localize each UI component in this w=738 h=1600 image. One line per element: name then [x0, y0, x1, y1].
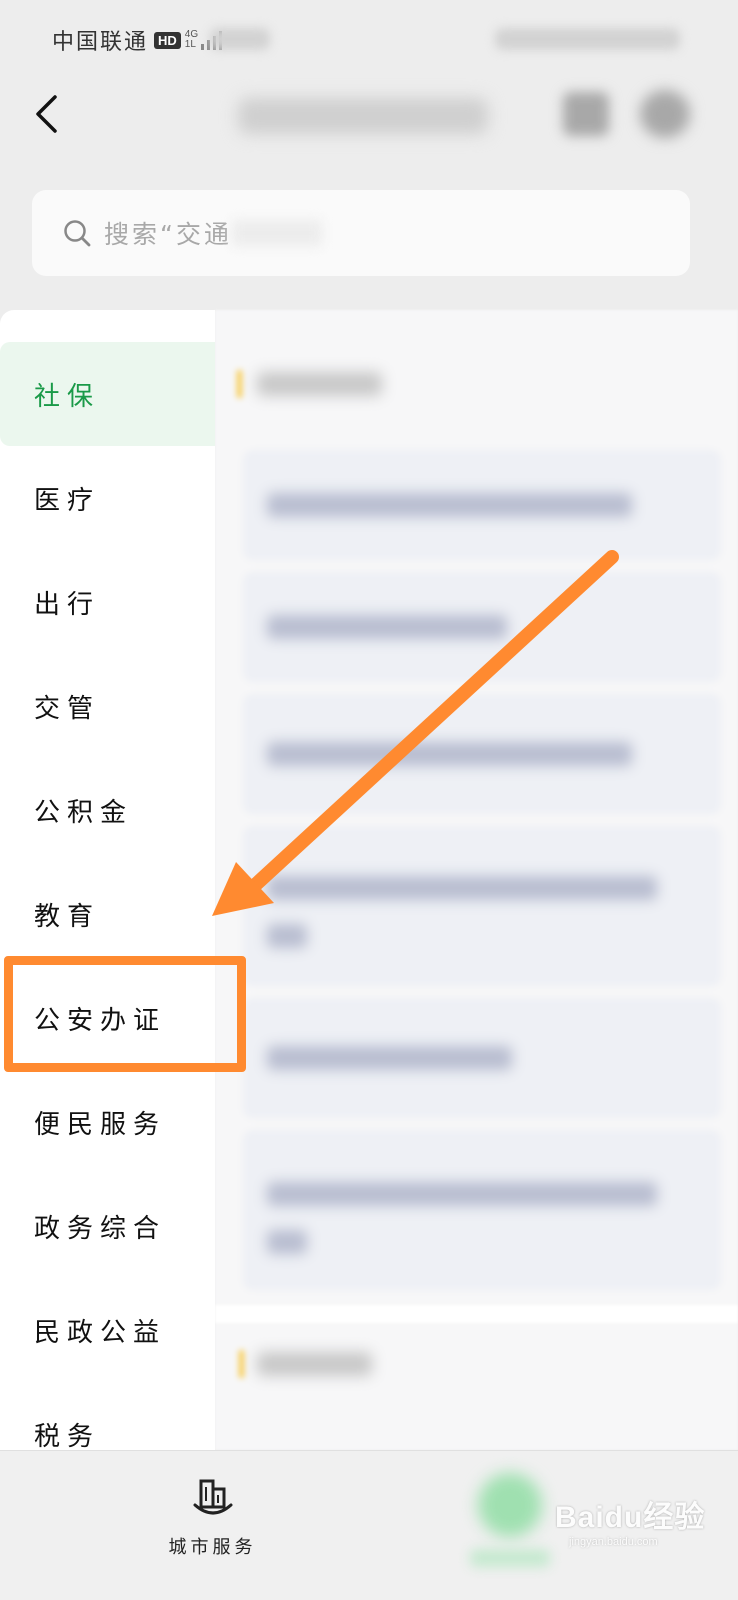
sidebar-item-label: 医疗 [34, 485, 101, 516]
sidebar-item-jiaoyu[interactable]: 教育 [0, 862, 215, 966]
card-text-blurred [267, 742, 632, 766]
sidebar-item-gongjijin[interactable]: 公积金 [0, 758, 215, 862]
sidebar-item-shebao[interactable]: 社保 [0, 342, 215, 446]
content-panel [215, 310, 738, 1450]
section-marker [237, 370, 242, 398]
category-sidebar: 社保 医疗 出行 交管 公积金 教育 公安办证 便民服务 政务综合 民政公益 税… [0, 310, 215, 1452]
card-text-blurred [267, 1182, 657, 1206]
baidu-jingyan-watermark: Baidu经验 jingyan.baidu.com [555, 1492, 735, 1572]
sidebar-item-jiaoguan[interactable]: 交管 [0, 654, 215, 758]
sidebar-item-bianmin-fuwu[interactable]: 便民服务 [0, 1070, 215, 1174]
sidebar-item-yiliao[interactable]: 医疗 [0, 446, 215, 550]
sidebar-item-label: 政务综合 [34, 1213, 167, 1244]
header-action-icon-blurred[interactable] [563, 92, 609, 136]
carrier-label: 中国联通 [52, 30, 149, 55]
card-text-blurred [267, 1046, 512, 1070]
back-button[interactable] [22, 90, 70, 138]
tab-blurred-icon[interactable] [478, 1473, 542, 1537]
search-input[interactable]: 搜索“交通 [32, 190, 690, 276]
sidebar-item-label: 民政公益 [34, 1317, 167, 1348]
watermark-sub: jingyan.baidu.com [569, 1536, 658, 1548]
sidebar-item-label: 社保 [34, 381, 101, 412]
service-card[interactable] [243, 572, 721, 682]
tab-city-service[interactable]: 城市服务 [150, 1469, 275, 1579]
watermark-text: Baidu经验 [555, 1501, 706, 1534]
profile-icon-blurred[interactable] [640, 90, 690, 138]
service-card[interactable] [243, 998, 721, 1118]
status-bar: 中国联通 HD 4G 1L [0, 0, 738, 80]
status-blurred-area [210, 28, 270, 50]
card-text-blurred [267, 924, 307, 948]
chevron-left-icon [36, 95, 57, 133]
service-card[interactable] [243, 450, 721, 560]
sidebar-item-chuxing[interactable]: 出行 [0, 550, 215, 654]
card-text-blurred [267, 615, 507, 639]
search-placeholder-blurred [232, 220, 322, 246]
card-text-blurred [267, 1230, 307, 1254]
sidebar-item-minzheng-gongyi[interactable]: 民政公益 [0, 1278, 215, 1382]
status-right-blurred-area [495, 28, 680, 50]
service-card[interactable] [243, 694, 721, 814]
sidebar-item-label: 便民服务 [34, 1109, 167, 1140]
section-marker [239, 1350, 244, 1378]
sidebar-item-label: 税务 [34, 1421, 101, 1452]
section-title-blurred [257, 372, 382, 396]
sidebar-item-label: 教育 [34, 901, 101, 932]
network-type-badge: 4G 1L [185, 30, 198, 50]
tab-blurred-label [470, 1549, 550, 1567]
section-divider [215, 1305, 738, 1323]
header-title-blurred [238, 98, 488, 134]
sidebar-item-label: 出行 [34, 589, 101, 620]
header [0, 80, 738, 180]
service-card[interactable] [243, 1130, 721, 1290]
city-buildings-icon [193, 1479, 232, 1515]
card-text-blurred [267, 493, 632, 517]
section-title-blurred [257, 1352, 372, 1376]
annotation-highlight-box [4, 956, 246, 1072]
sidebar-item-zhengwu-zonghe[interactable]: 政务综合 [0, 1174, 215, 1278]
search-icon [64, 220, 91, 247]
service-card[interactable] [243, 826, 721, 986]
network-sub-label: 1L [184, 39, 196, 50]
search-placeholder: 搜索“交通 [104, 220, 232, 249]
sidebar-item-label: 公积金 [34, 797, 134, 828]
tab-city-service-label: 城市服务 [168, 1537, 257, 1558]
sidebar-item-label: 交管 [34, 693, 101, 724]
hd-badge: HD [154, 31, 181, 49]
card-text-blurred [267, 876, 657, 900]
